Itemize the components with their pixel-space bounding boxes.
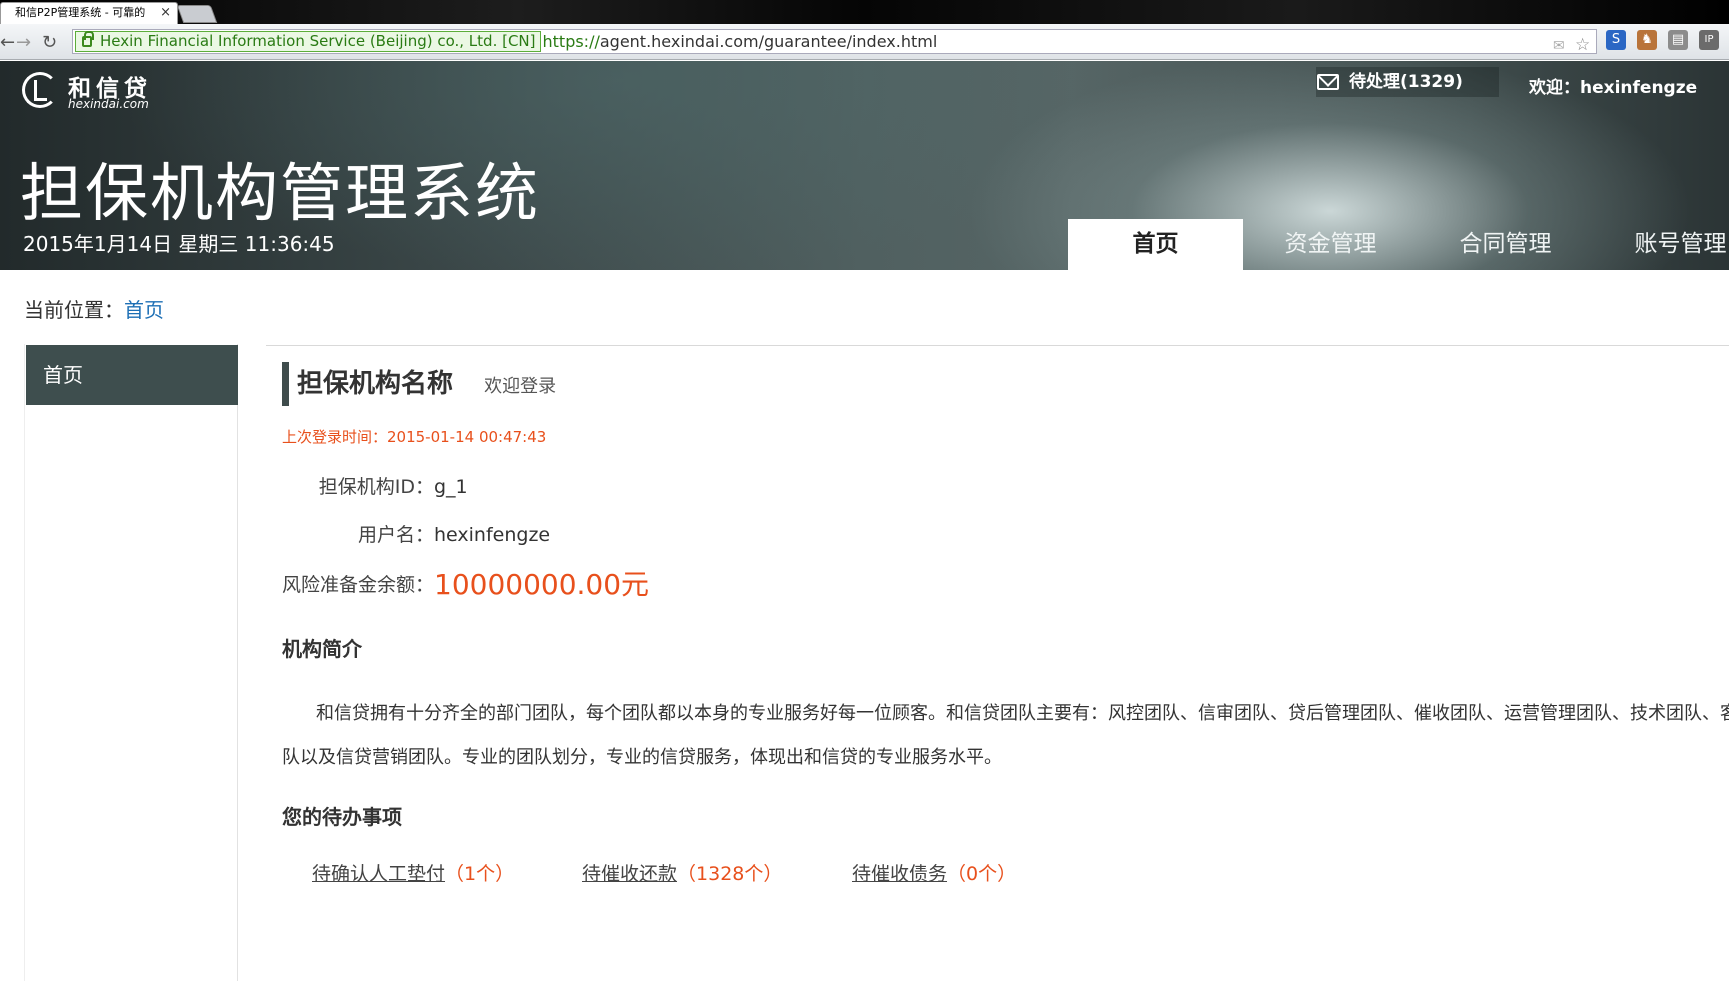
ev-certificate-text: Hexin Financial Information Service (Bei… — [100, 32, 536, 50]
todo-collect-debt[interactable]: 待催收债务（0个） — [852, 859, 1016, 886]
last-login-time: 上次登录时间：2015-01-14 00:47:43 — [282, 428, 547, 446]
breadcrumb: 当前位置：首页 — [24, 294, 164, 323]
todo-manual-advance-link[interactable]: 待确认人工垫付 — [312, 863, 445, 885]
org-id-row: 担保机构ID：g_1 — [282, 472, 468, 499]
welcome-user: 欢迎：hexinfengze — [1529, 78, 1698, 98]
org-id-value: g_1 — [434, 476, 468, 498]
balance-value: 10000000.00元 — [434, 568, 650, 601]
page-action-icon[interactable]: ✉ — [1553, 35, 1565, 53]
todo-collect-repayment-count: （1328个） — [677, 863, 783, 885]
sidebar: 首页 — [24, 344, 238, 981]
extension-icon-2[interactable]: ♞ — [1637, 30, 1657, 50]
todo-title: 您的待办事项 — [282, 805, 402, 829]
content-divider — [266, 345, 1729, 346]
todo-collect-debt-count: （0个） — [947, 863, 1017, 885]
todo-collect-debt-link[interactable]: 待催收债务 — [852, 863, 947, 885]
site-header: 和信贷 hexindai.com 担保机构管理系统 2015年1月14日 星期三… — [0, 61, 1729, 270]
intro-line-2: 队以及信贷营销团队。专业的团队划分，专业的信贷服务，体现出和信贷的专业服务水平。 — [282, 747, 1002, 768]
nav-tab-accounts[interactable]: 账号管理 — [1593, 219, 1729, 270]
browser-tab[interactable]: 和信P2P管理系统 - 可靠的 × — [0, 2, 178, 24]
intro-line-1: 和信贷拥有十分齐全的部门团队，每个团队都以本身的专业服务好每一位顾客。和信贷团队… — [316, 703, 1729, 724]
browser-tabbar: 和信P2P管理系统 - 可靠的 × — [0, 0, 1729, 24]
extension-icon-1[interactable]: S — [1606, 30, 1626, 50]
bookmark-star-icon[interactable]: ☆ — [1575, 34, 1590, 53]
back-icon[interactable]: ← — [0, 32, 15, 53]
intro-text: 和信贷拥有十分齐全的部门团队，每个团队都以本身的专业服务好每一位顾客。和信贷团队… — [282, 692, 1729, 780]
mail-icon — [1317, 74, 1339, 90]
site-logo[interactable]: 和信贷 hexindai.com — [22, 69, 172, 115]
browser-tab-title: 和信P2P管理系统 - 可靠的 — [15, 6, 146, 19]
sidebar-item-home[interactable]: 首页 — [26, 345, 238, 405]
main-nav: 首页 资金管理 合同管理 账号管理 — [1068, 219, 1729, 270]
todo-manual-advance-count: （1个） — [445, 863, 515, 885]
current-datetime: 2015年1月14日 星期三 11:36:45 — [23, 232, 335, 256]
breadcrumb-home-link[interactable]: 首页 — [124, 298, 164, 322]
nav-tab-home[interactable]: 首页 — [1068, 219, 1243, 270]
lock-icon — [82, 31, 94, 47]
nav-tab-contracts[interactable]: 合同管理 — [1418, 219, 1593, 270]
todo-manual-advance[interactable]: 待确认人工垫付（1个） — [312, 859, 514, 886]
username-value: hexinfengze — [434, 524, 551, 546]
reload-icon[interactable]: ↻ — [42, 32, 57, 53]
system-title: 担保机构管理系统 — [20, 157, 540, 230]
todo-collect-repayment[interactable]: 待催收还款（1328个） — [582, 859, 782, 886]
ev-certificate-badge[interactable]: Hexin Financial Information Service (Bei… — [75, 31, 541, 52]
browser-toolbar: ← → ↻ Hexin Financial Information Servic… — [0, 24, 1729, 60]
nav-tab-funds[interactable]: 资金管理 — [1243, 219, 1418, 270]
logo-domain: hexindai.com — [68, 97, 149, 111]
extension-icon-ip[interactable]: IP — [1699, 30, 1719, 50]
intro-title: 机构简介 — [282, 637, 362, 661]
url-text: agent.hexindai.com/guarantee/index.html — [599, 32, 938, 51]
extension-icon-3[interactable]: ▤ — [1668, 30, 1688, 50]
org-heading: 担保机构名称 欢迎登录 — [282, 362, 556, 406]
balance-row: 风险准备金余额：10000000.00元 — [282, 563, 649, 603]
org-name: 担保机构名称 — [297, 369, 454, 399]
pending-tasks-button[interactable]: 待处理(1329) — [1316, 67, 1499, 97]
url-scheme: https:// — [542, 32, 600, 51]
address-bar[interactable]: Hexin Financial Information Service (Bei… — [72, 29, 1597, 54]
breadcrumb-prefix: 当前位置： — [24, 298, 124, 322]
logo-mark-icon — [22, 72, 58, 108]
org-id-label: 担保机构ID： — [318, 476, 434, 498]
welcome-login-text: 欢迎登录 — [484, 376, 557, 397]
todo-collect-repayment-link[interactable]: 待催收还款 — [582, 863, 677, 885]
close-icon[interactable]: × — [160, 3, 171, 23]
username-row: 用户名：hexinfengze — [282, 520, 550, 547]
new-tab-button[interactable] — [176, 5, 218, 23]
pending-tasks-label: 待处理(1329) — [1349, 72, 1463, 92]
forward-icon[interactable]: → — [16, 32, 31, 53]
username-label: 用户名： — [357, 524, 434, 546]
balance-label: 风险准备金余额： — [282, 574, 435, 596]
